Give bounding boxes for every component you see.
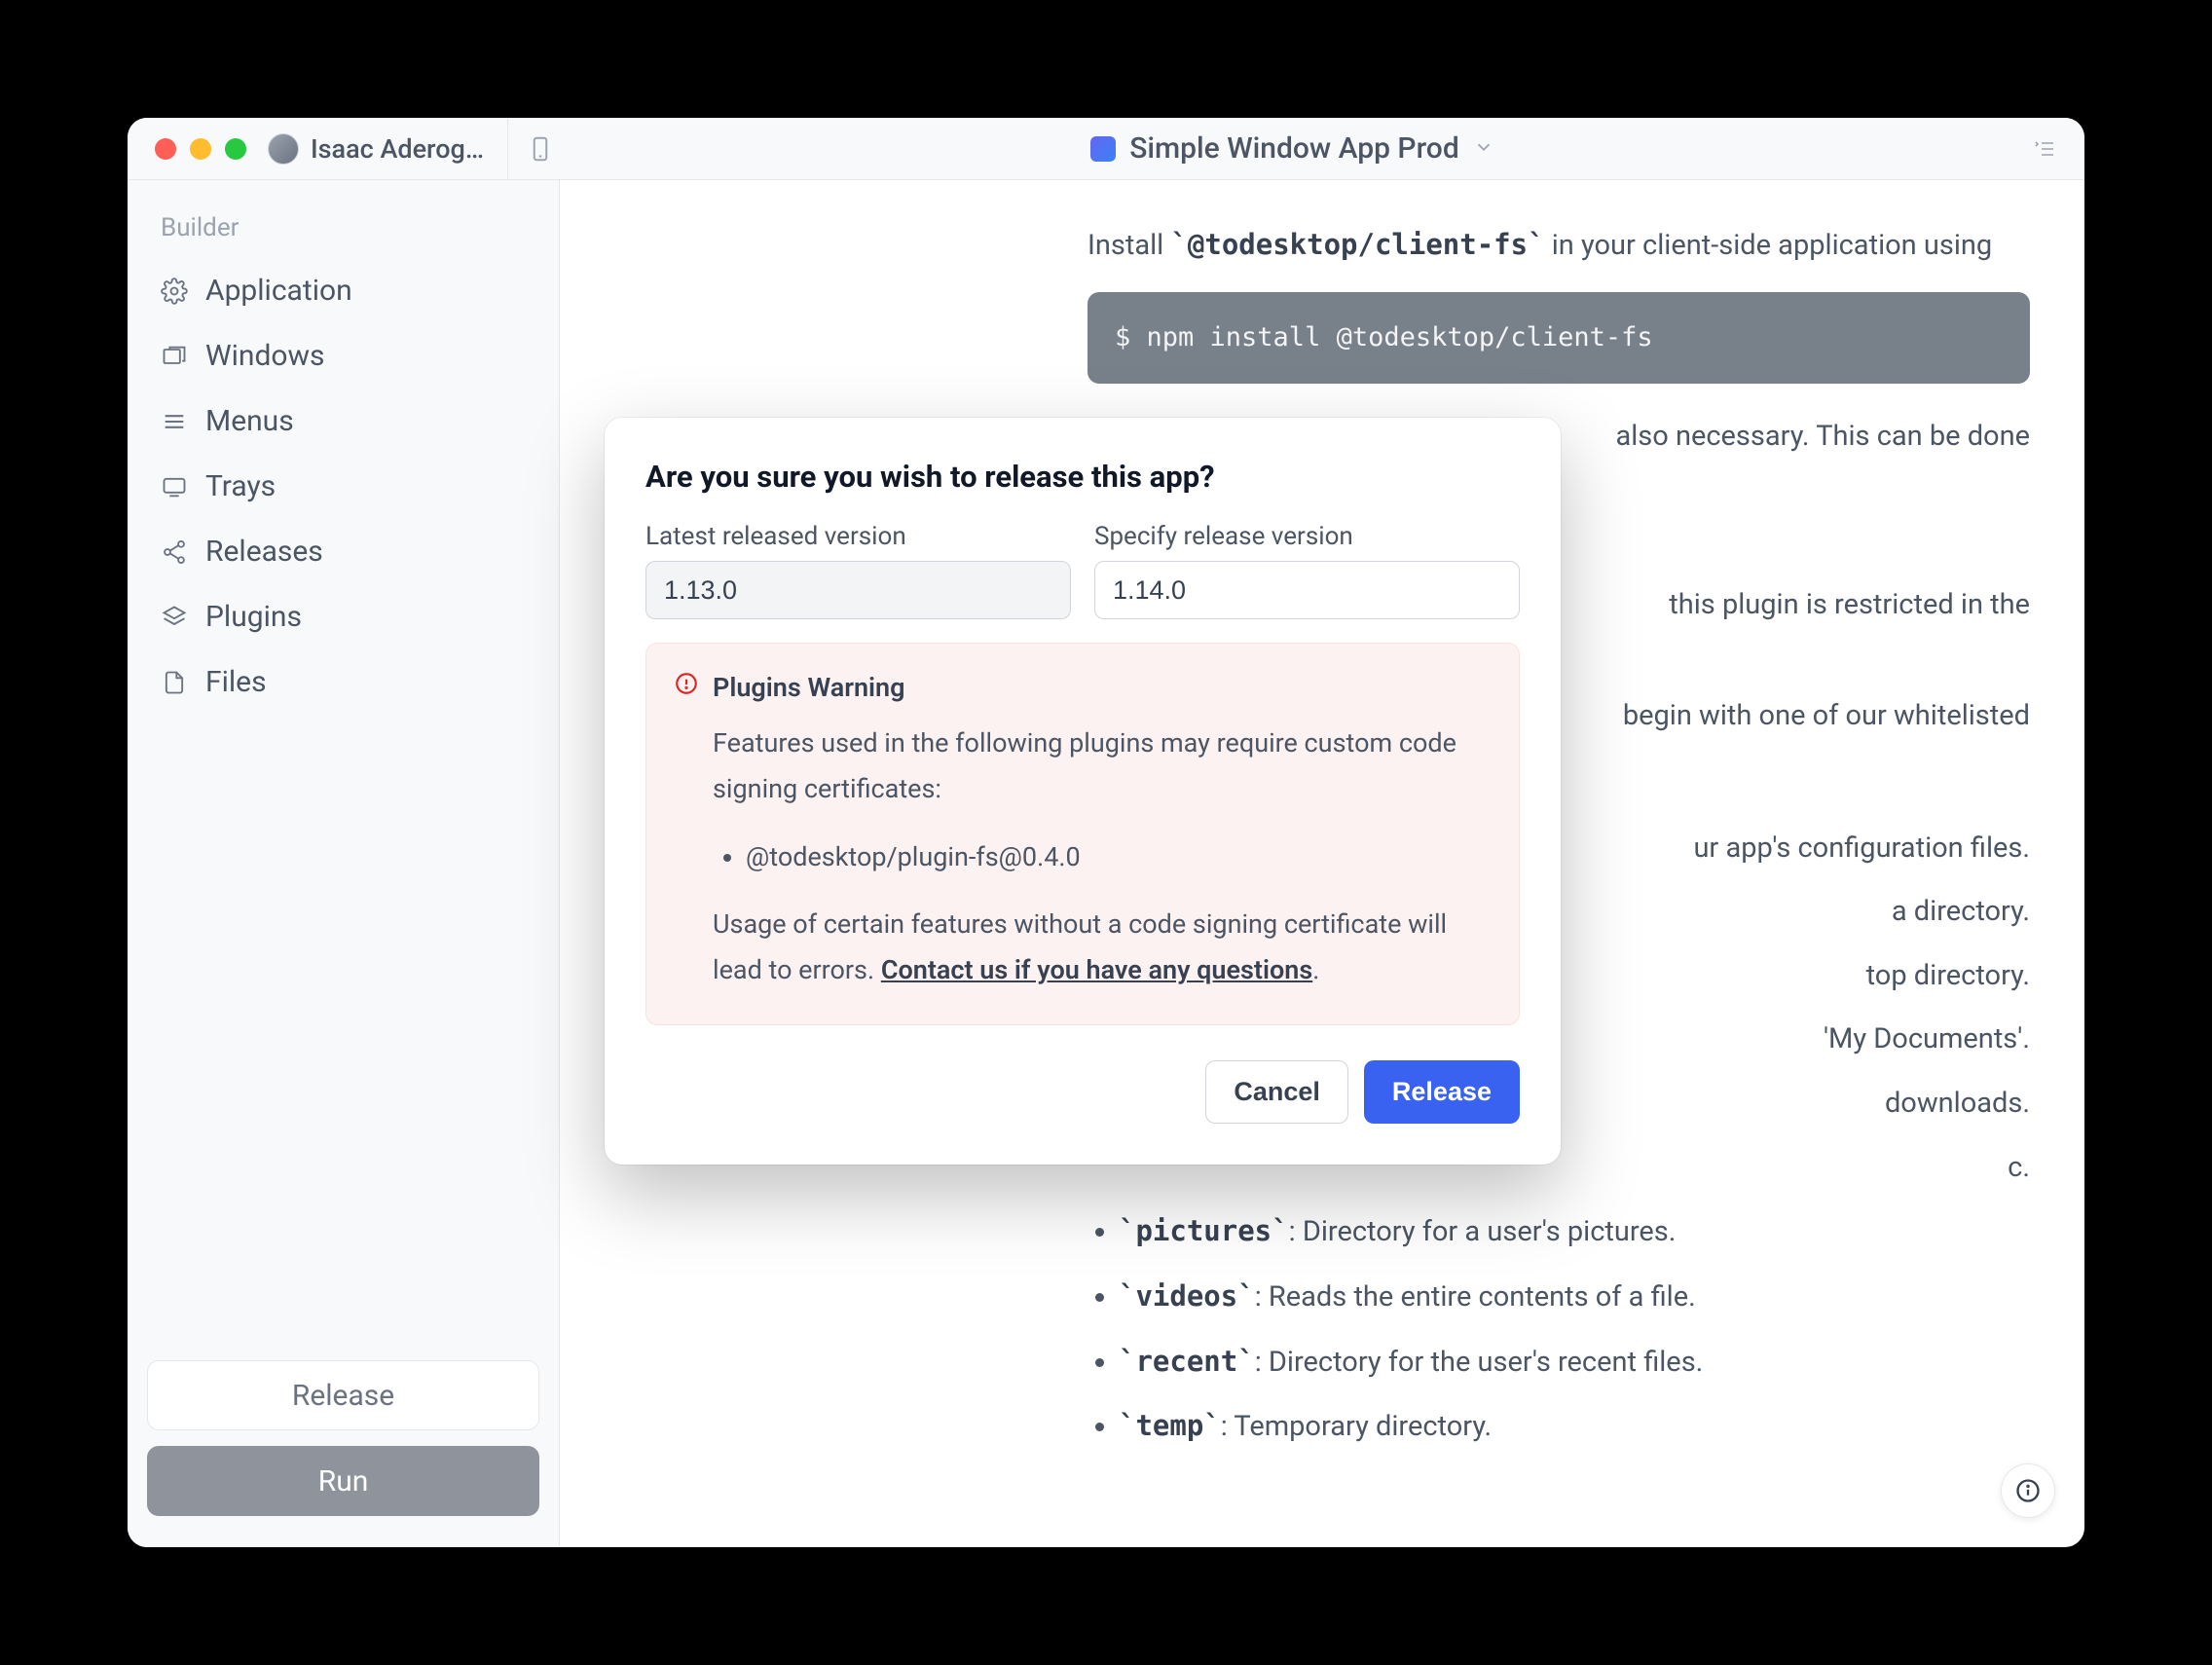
specify-version-label: Specify release version bbox=[1094, 522, 1520, 551]
latest-version-label: Latest released version bbox=[645, 522, 1071, 551]
contact-link[interactable]: Contact us if you have any questions bbox=[881, 954, 1312, 985]
list-item: `videos`: Reads the entire contents of a… bbox=[1119, 1271, 2030, 1324]
release-button[interactable]: Release bbox=[147, 1360, 539, 1430]
warning-text: Features used in the following plugins m… bbox=[713, 721, 1492, 813]
app-title[interactable]: Simple Window App Prod bbox=[555, 131, 2030, 166]
warning-box: Plugins Warning Features used in the fol… bbox=[645, 643, 1520, 1025]
sidebar: Builder Application Windows Menus Trays … bbox=[128, 180, 560, 1547]
window-icon bbox=[161, 343, 188, 370]
sidebar-item-label: Windows bbox=[205, 339, 325, 373]
alert-icon bbox=[674, 671, 699, 703]
app-window: Isaac Aderog… Simple Window App Prod Bui… bbox=[128, 118, 2084, 1547]
confirm-release-button[interactable]: Release bbox=[1364, 1060, 1520, 1124]
user-chip[interactable]: Isaac Aderog… bbox=[268, 133, 484, 165]
device-icon[interactable] bbox=[526, 134, 555, 164]
divider bbox=[507, 118, 508, 180]
text: . bbox=[1312, 954, 1319, 985]
sidebar-item-label: Plugins bbox=[205, 600, 302, 634]
sidebar-item-files[interactable]: Files bbox=[143, 649, 543, 715]
app-icon bbox=[1090, 136, 1116, 162]
view-options-icon[interactable] bbox=[2030, 137, 2084, 161]
traffic-lights bbox=[128, 138, 246, 160]
text: : Directory for a user's pictures. bbox=[1289, 1215, 1677, 1248]
layers-icon bbox=[161, 604, 188, 631]
sidebar-item-label: Trays bbox=[205, 469, 276, 503]
code: `temp` bbox=[1119, 1409, 1221, 1442]
sidebar-item-windows[interactable]: Windows bbox=[143, 323, 543, 388]
modal-title: Are you sure you wish to release this ap… bbox=[645, 459, 1520, 495]
cancel-button[interactable]: Cancel bbox=[1205, 1060, 1348, 1124]
code-block: $ npm install @todesktop/client-fs bbox=[1088, 292, 2030, 384]
close-icon[interactable] bbox=[155, 138, 176, 160]
titlebar: Isaac Aderog… Simple Window App Prod bbox=[128, 118, 2084, 180]
list-item: `temp`: Temporary directory. bbox=[1119, 1400, 2030, 1454]
text: : Reads the entire contents of a file. bbox=[1255, 1280, 1696, 1314]
avatar bbox=[268, 133, 299, 165]
warning-title: Plugins Warning bbox=[713, 672, 904, 703]
file-icon bbox=[161, 669, 188, 696]
sidebar-item-plugins[interactable]: Plugins bbox=[143, 584, 543, 649]
menu-icon bbox=[161, 408, 188, 435]
code: `pictures` bbox=[1119, 1214, 1289, 1247]
sidebar-item-label: Releases bbox=[205, 535, 323, 569]
install-paragraph: Install `@todesktop/client-fs` in your c… bbox=[1088, 219, 2030, 273]
user-name: Isaac Aderog… bbox=[311, 133, 484, 165]
minimize-icon[interactable] bbox=[190, 138, 211, 160]
text: in your client-side application using bbox=[1545, 229, 1993, 262]
sidebar-item-application[interactable]: Application bbox=[143, 258, 543, 323]
chevron-down-icon bbox=[1473, 131, 1494, 166]
list-item: `recent`: Directory for the user's recen… bbox=[1119, 1336, 2030, 1389]
text: : Directory for the user's recent files. bbox=[1255, 1346, 1704, 1379]
share-icon bbox=[161, 538, 188, 566]
warning-text: Usage of certain features without a code… bbox=[713, 902, 1492, 994]
sidebar-heading: Builder bbox=[143, 204, 543, 258]
list-item: `pictures`: Directory for a user's pictu… bbox=[1119, 1205, 2030, 1259]
package-name: `@todesktop/client-fs` bbox=[1170, 228, 1544, 261]
latest-version-input bbox=[645, 561, 1071, 619]
info-icon bbox=[2014, 1477, 2042, 1504]
gear-icon bbox=[161, 278, 188, 305]
code: `videos` bbox=[1119, 1279, 1255, 1313]
tray-icon bbox=[161, 473, 188, 500]
maximize-icon[interactable] bbox=[225, 138, 246, 160]
release-modal: Are you sure you wish to release this ap… bbox=[605, 418, 1561, 1165]
app-name: Simple Window App Prod bbox=[1129, 131, 1459, 166]
text: : Temporary directory. bbox=[1221, 1410, 1492, 1443]
info-fab[interactable] bbox=[2001, 1463, 2055, 1518]
sidebar-item-label: Application bbox=[205, 274, 352, 308]
specify-version-input[interactable] bbox=[1094, 561, 1520, 619]
sidebar-item-trays[interactable]: Trays bbox=[143, 454, 543, 519]
run-button[interactable]: Run bbox=[147, 1446, 539, 1516]
sidebar-item-releases[interactable]: Releases bbox=[143, 519, 543, 584]
warning-plugin-item: @todesktop/plugin-fs@0.4.0 bbox=[746, 834, 1492, 880]
sidebar-item-label: Files bbox=[205, 665, 267, 699]
text: Install bbox=[1088, 229, 1170, 262]
sidebar-item-label: Menus bbox=[205, 404, 294, 438]
code: `recent` bbox=[1119, 1345, 1255, 1378]
sidebar-item-menus[interactable]: Menus bbox=[143, 388, 543, 454]
